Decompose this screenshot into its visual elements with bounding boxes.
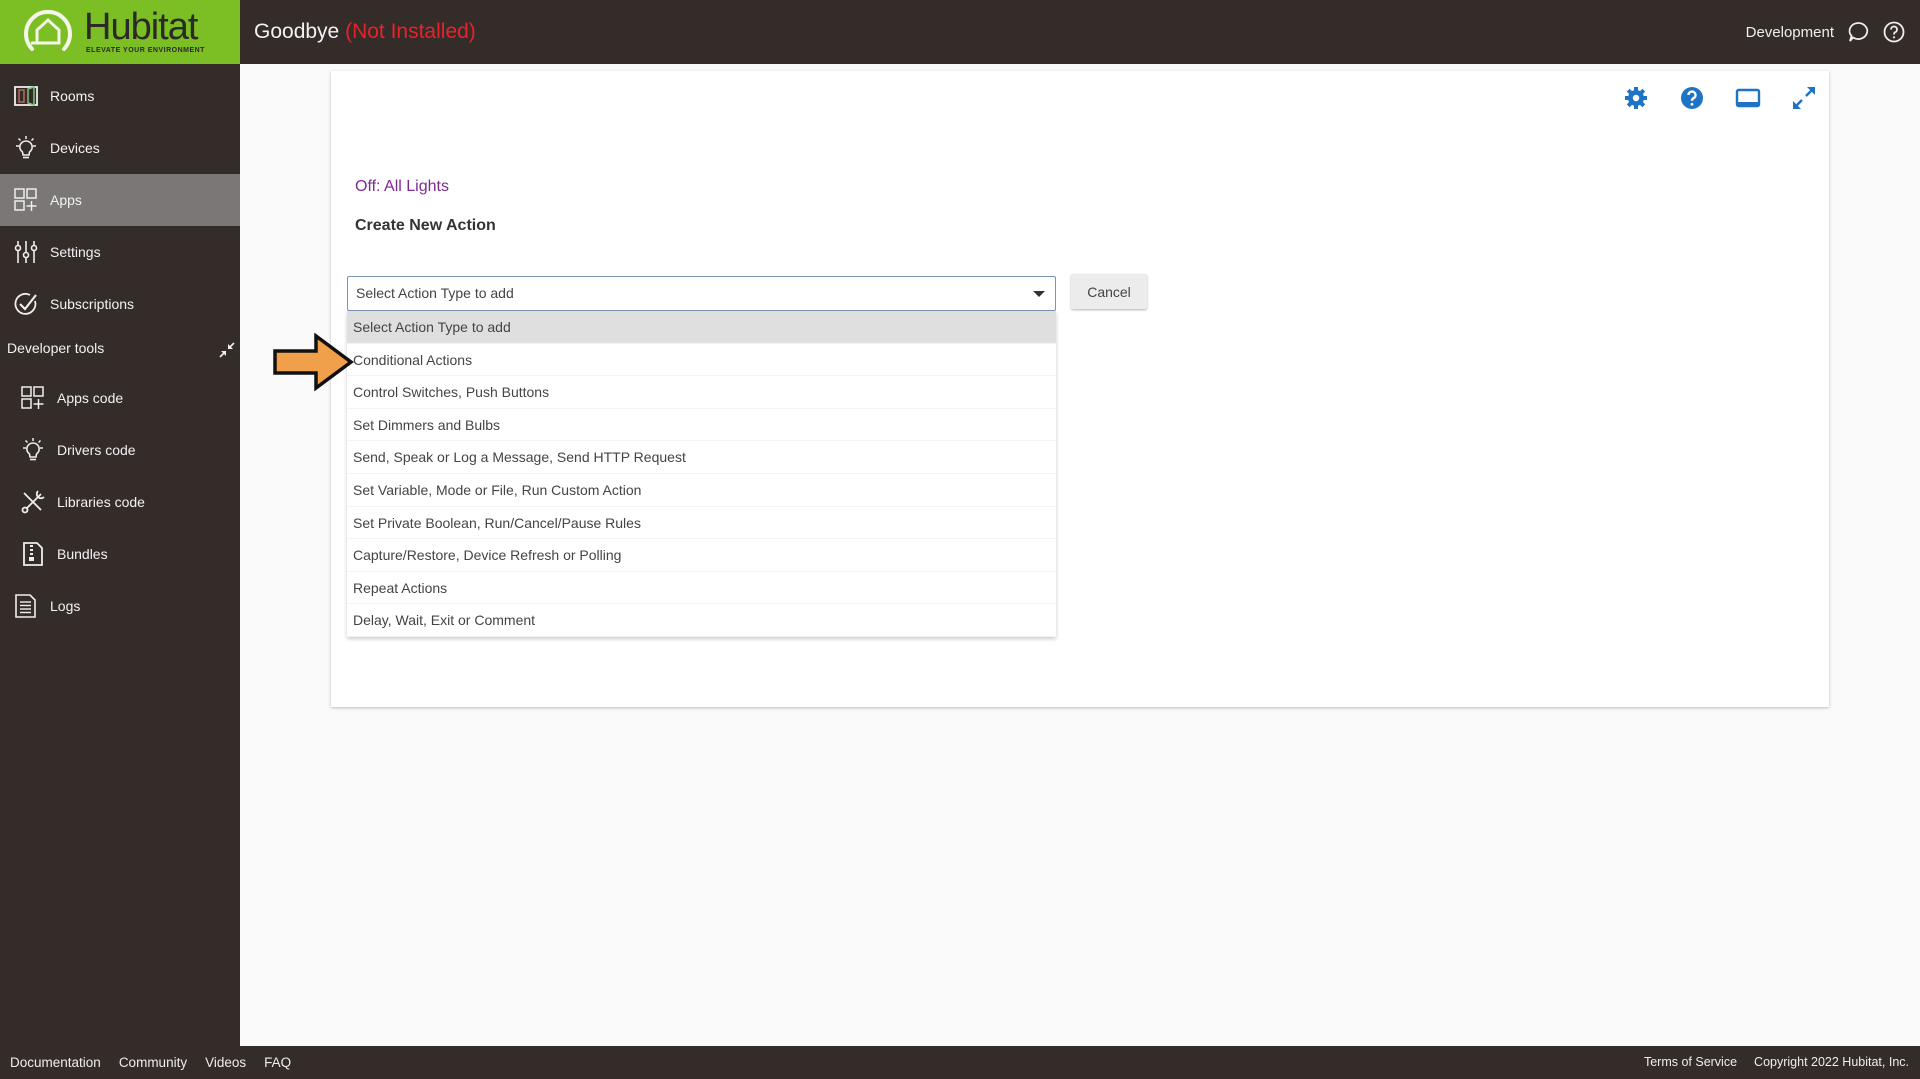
chat-bubble-icon[interactable] — [1846, 20, 1870, 44]
dropdown-option[interactable]: Delay, Wait, Exit or Comment — [347, 604, 1056, 637]
apps-grid-icon — [21, 386, 44, 409]
action-type-dropdown: Select Action Type to add Conditional Act… — [347, 311, 1056, 637]
developer-tools-section[interactable]: Developer tools — [7, 340, 235, 358]
annotation-arrow-icon — [273, 333, 354, 391]
house-logo-icon — [24, 9, 72, 51]
cancel-button[interactable]: Cancel — [1071, 274, 1147, 309]
chevron-down-icon — [1033, 291, 1045, 297]
footer-link-documentation[interactable]: Documentation — [10, 1055, 101, 1070]
expand-icon[interactable] — [1789, 83, 1819, 113]
rule-editor-card: Off: All Lights Create New Action Select… — [331, 71, 1829, 707]
dropdown-option[interactable]: Control Switches, Push Buttons — [347, 376, 1056, 409]
card-toolbar — [1621, 83, 1819, 113]
check-circle-icon — [14, 293, 37, 315]
hubitat-logo[interactable]: Hubitat ELEVATE YOUR ENVIRONMENT — [0, 0, 240, 64]
dropdown-option[interactable]: Capture/Restore, Device Refresh or Polli… — [347, 539, 1056, 572]
sidebar-item-apps[interactable]: Apps — [0, 174, 240, 226]
apps-grid-icon — [14, 188, 37, 211]
rooms-icon — [14, 85, 38, 107]
log-file-icon — [15, 594, 36, 618]
sidebar-item-apps-code[interactable]: Apps code — [0, 372, 240, 424]
hub-name[interactable]: Development — [1746, 24, 1834, 41]
help-icon[interactable] — [1677, 83, 1707, 113]
terms-of-service-link[interactable]: Terms of Service — [1644, 1055, 1737, 1069]
developer-tools-label: Developer tools — [7, 340, 105, 356]
rule-summary: Off: All Lights — [355, 178, 449, 195]
brand-tagline: ELEVATE YOUR ENVIRONMENT — [86, 47, 205, 54]
tools-icon — [21, 490, 45, 514]
sidebar-item-bundles[interactable]: Bundles — [0, 528, 240, 580]
page-title: Goodbye (Not Installed) — [254, 20, 476, 44]
copyright-text: Copyright 2022 Hubitat, Inc. — [1754, 1055, 1909, 1069]
footer-links: Documentation Community Videos FAQ — [10, 1055, 291, 1070]
dropdown-option[interactable]: Set Dimmers and Bulbs — [347, 409, 1056, 442]
dropdown-option[interactable]: Repeat Actions — [347, 572, 1056, 605]
footer-link-faq[interactable]: FAQ — [264, 1055, 291, 1070]
sidebar-item-drivers-code[interactable]: Drivers code — [0, 424, 240, 476]
zip-file-icon — [23, 542, 43, 566]
brand-name: Hubitat — [84, 6, 198, 48]
install-status: (Not Installed) — [345, 20, 476, 43]
sidebar-item-rooms[interactable]: Rooms — [0, 70, 240, 122]
sliders-icon — [14, 241, 38, 263]
sidebar: Rooms Devices Apps Settings Subscription… — [0, 64, 240, 1046]
action-type-select[interactable]: Select Action Type to add — [347, 276, 1056, 311]
sidebar-item-libraries-code[interactable]: Libraries code — [0, 476, 240, 528]
dropdown-option[interactable]: Set Private Boolean, Run/Cancel/Pause Ru… — [347, 507, 1056, 540]
gear-icon[interactable] — [1621, 83, 1651, 113]
sidebar-item-subscriptions[interactable]: Subscriptions — [0, 278, 240, 330]
sidebar-item-logs[interactable]: Logs — [0, 580, 240, 632]
top-header: Hubitat ELEVATE YOUR ENVIRONMENT Goodbye… — [0, 0, 1920, 64]
section-title: Create New Action — [355, 217, 496, 234]
sidebar-item-devices[interactable]: Devices — [0, 122, 240, 174]
help-circle-icon[interactable] — [1882, 20, 1906, 44]
app-name: Goodbye — [254, 20, 340, 43]
dropdown-option[interactable]: Set Variable, Mode or File, Run Custom A… — [347, 474, 1056, 507]
dropdown-option[interactable]: Send, Speak or Log a Message, Send HTTP … — [347, 441, 1056, 474]
lightbulb-icon — [23, 438, 43, 461]
lightbulb-icon — [16, 136, 36, 159]
select-value: Select Action Type to add — [356, 285, 514, 301]
sidebar-item-settings[interactable]: Settings — [0, 226, 240, 278]
header-actions: Development — [1746, 20, 1906, 44]
footer-link-videos[interactable]: Videos — [205, 1055, 246, 1070]
footer-legal: Terms of Service Copyright 2022 Hubitat,… — [1644, 1055, 1909, 1069]
collapse-icon[interactable] — [219, 342, 235, 358]
footer-link-community[interactable]: Community — [119, 1055, 187, 1070]
dropdown-option[interactable]: Conditional Actions — [347, 344, 1056, 377]
dropdown-option[interactable]: Select Action Type to add — [347, 311, 1056, 344]
footer: Documentation Community Videos FAQ Terms… — [0, 1046, 1920, 1079]
display-icon[interactable] — [1733, 83, 1763, 113]
